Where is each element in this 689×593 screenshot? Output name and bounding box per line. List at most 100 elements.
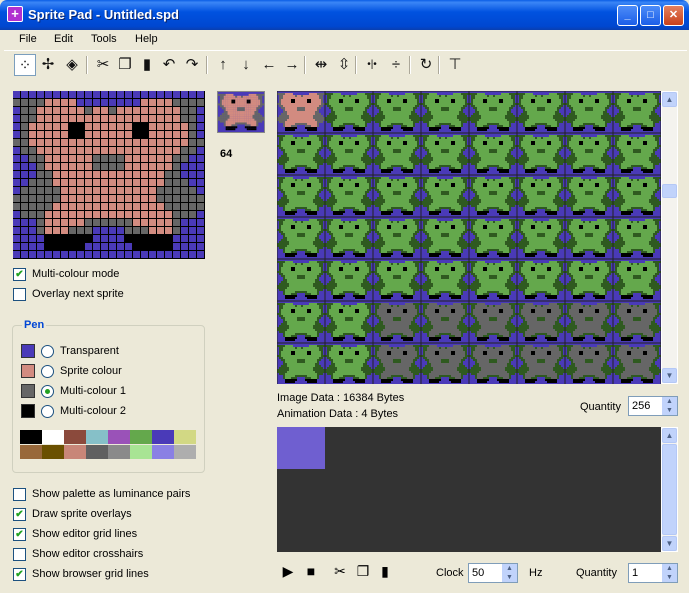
editor-pixel[interactable] (125, 179, 133, 187)
editor-pixel[interactable] (77, 251, 85, 259)
editor-pixel[interactable] (149, 107, 157, 115)
browser-sprite-cell[interactable] (468, 216, 518, 260)
shift-right-icon[interactable]: → (281, 54, 303, 76)
editor-pixel[interactable] (109, 147, 117, 155)
browser-sprite-cell[interactable] (420, 216, 470, 260)
editor-pixel[interactable] (189, 115, 197, 123)
editor-pixel[interactable] (21, 155, 29, 163)
editor-pixel[interactable] (149, 235, 157, 243)
pen-radio[interactable] (41, 345, 54, 358)
overlay-next-sprite-checkbox[interactable] (13, 288, 26, 301)
editor-pixel[interactable] (181, 219, 189, 227)
editor-pixel[interactable] (109, 187, 117, 195)
editor-pixel[interactable] (77, 227, 85, 235)
palette-colour[interactable] (174, 430, 196, 444)
editor-pixel[interactable] (157, 107, 165, 115)
editor-pixel[interactable] (53, 163, 61, 171)
palette-colour[interactable] (20, 430, 42, 444)
editor-pixel[interactable] (109, 163, 117, 171)
menu-file[interactable]: File (19, 33, 37, 45)
palette-colour[interactable] (108, 445, 130, 459)
editor-pixel[interactable] (165, 131, 173, 139)
editor-pixel[interactable] (45, 195, 53, 203)
editor-pixel[interactable] (197, 195, 205, 203)
sprite-editor-grid[interactable] (13, 91, 205, 259)
editor-pixel[interactable] (13, 251, 21, 259)
editor-pixel[interactable] (45, 131, 53, 139)
browser-sprite-cell[interactable] (277, 342, 326, 384)
browser-sprite-cell[interactable] (612, 91, 661, 134)
editor-pixel[interactable] (181, 123, 189, 131)
browser-sprite-cell[interactable] (564, 91, 614, 134)
option-checkbox[interactable] (13, 488, 26, 501)
editor-pixel[interactable] (77, 139, 85, 147)
editor-pixel[interactable] (53, 107, 61, 115)
editor-pixel[interactable] (125, 107, 133, 115)
editor-pixel[interactable] (173, 155, 181, 163)
browser-sprite-cell[interactable] (324, 300, 374, 344)
editor-pixel[interactable] (125, 99, 133, 107)
editor-pixel[interactable] (101, 179, 109, 187)
editor-pixel[interactable] (141, 139, 149, 147)
editor-pixel[interactable] (61, 211, 69, 219)
editor-pixel[interactable] (117, 171, 125, 179)
editor-pixel[interactable] (93, 115, 101, 123)
editor-pixel[interactable] (165, 243, 173, 251)
editor-pixel[interactable] (77, 187, 85, 195)
browser-sprite-cell[interactable] (324, 342, 374, 384)
editor-pixel[interactable] (53, 155, 61, 163)
editor-pixel[interactable] (69, 227, 77, 235)
editor-pixel[interactable] (197, 211, 205, 219)
editor-pixel[interactable] (157, 179, 165, 187)
editor-pixel[interactable] (29, 179, 37, 187)
editor-pixel[interactable] (45, 163, 53, 171)
editor-pixel[interactable] (37, 99, 45, 107)
editor-pixel[interactable] (29, 171, 37, 179)
editor-pixel[interactable] (141, 91, 149, 99)
editor-pixel[interactable] (173, 219, 181, 227)
editor-pixel[interactable] (53, 219, 61, 227)
editor-pixel[interactable] (165, 91, 173, 99)
editor-pixel[interactable] (109, 139, 117, 147)
editor-pixel[interactable] (157, 227, 165, 235)
editor-pixel[interactable] (181, 139, 189, 147)
editor-pixel[interactable] (45, 99, 53, 107)
editor-pixel[interactable] (117, 147, 125, 155)
editor-pixel[interactable] (117, 115, 125, 123)
editor-pixel[interactable] (181, 115, 189, 123)
editor-pixel[interactable] (69, 123, 77, 131)
editor-pixel[interactable] (181, 195, 189, 203)
editor-pixel[interactable] (53, 227, 61, 235)
editor-pixel[interactable] (13, 91, 21, 99)
editor-pixel[interactable] (29, 235, 37, 243)
editor-pixel[interactable] (13, 211, 21, 219)
editor-pixel[interactable] (13, 187, 21, 195)
editor-pixel[interactable] (133, 147, 141, 155)
editor-pixel[interactable] (157, 203, 165, 211)
browser-sprite-cell[interactable] (516, 342, 566, 384)
editor-pixel[interactable] (53, 123, 61, 131)
anim-stop-icon[interactable]: ■ (301, 561, 321, 581)
animation-frame[interactable] (277, 427, 325, 469)
cut-icon[interactable]: ✂ (92, 54, 114, 76)
editor-pixel[interactable] (133, 235, 141, 243)
editor-pixel[interactable] (141, 227, 149, 235)
browser-sprite-cell[interactable] (612, 216, 661, 260)
editor-pixel[interactable] (29, 243, 37, 251)
editor-pixel[interactable] (189, 91, 197, 99)
browser-sprite-cell[interactable] (612, 174, 661, 218)
editor-pixel[interactable] (157, 155, 165, 163)
editor-pixel[interactable] (93, 211, 101, 219)
editor-pixel[interactable] (133, 115, 141, 123)
anim-play-icon[interactable]: ▶ (278, 561, 298, 581)
editor-pixel[interactable] (165, 251, 173, 259)
editor-pixel[interactable] (13, 131, 21, 139)
clock-field[interactable]: 50 ▲ ▼ (468, 563, 518, 583)
editor-pixel[interactable] (21, 147, 29, 155)
editor-pixel[interactable] (61, 187, 69, 195)
browser-scrollbar[interactable]: ▲ ▼ (661, 91, 678, 384)
editor-pixel[interactable] (173, 123, 181, 131)
editor-pixel[interactable] (165, 147, 173, 155)
editor-pixel[interactable] (181, 243, 189, 251)
rotate-icon[interactable]: ↻ (415, 54, 437, 76)
